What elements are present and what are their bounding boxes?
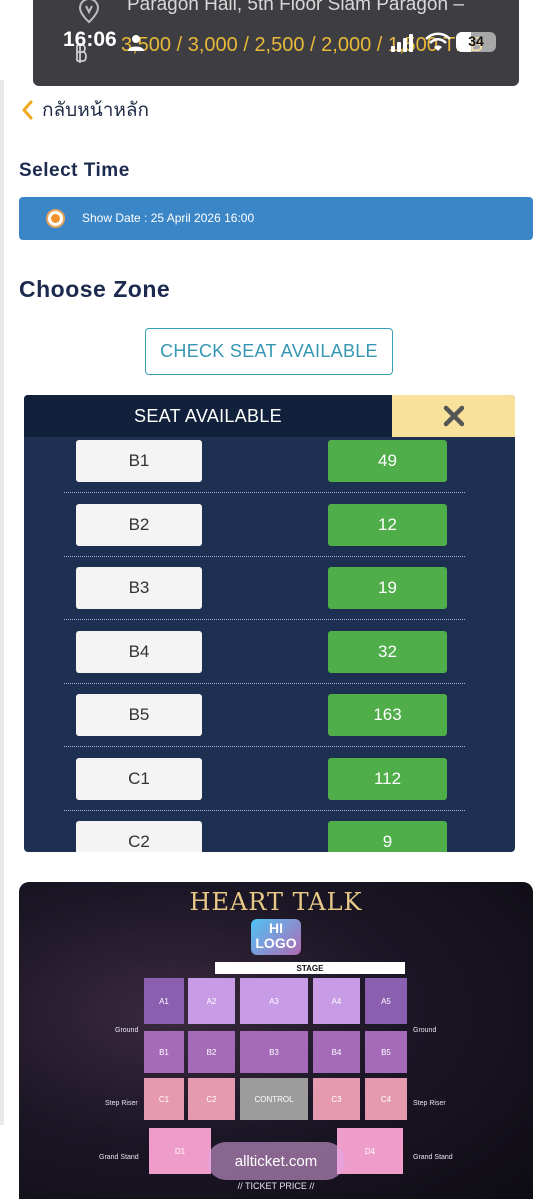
show-date-option[interactable]: Show Date : 25 April 2026 16:00: [19, 197, 533, 240]
zone-a4: A4: [313, 978, 360, 1024]
ground-label-right: Ground: [413, 1027, 437, 1034]
stage-label: STAGE: [215, 962, 405, 974]
zone-label: B3: [76, 567, 202, 609]
zone-b1: B1: [144, 1031, 184, 1073]
back-to-home-link[interactable]: กลับหน้าหลัก: [20, 97, 149, 123]
seat-row: B4 32: [24, 628, 515, 692]
seat-count: 32: [328, 630, 447, 673]
zone-c4: C4: [365, 1078, 407, 1120]
grand-stand-label-right: Grand Stand: [413, 1154, 453, 1161]
show-date-label: Show Date : 25 April 2026 16:00: [82, 211, 255, 225]
seat-row: B1 49: [24, 437, 515, 501]
row-divider: [64, 746, 465, 747]
left-edge-bar: [0, 80, 4, 1125]
seat-row: C1 112: [24, 755, 515, 819]
close-button[interactable]: [392, 395, 515, 437]
zone-a1: A1: [144, 978, 184, 1024]
grand-stand-label-left: Grand Stand: [99, 1154, 139, 1161]
row-divider: [64, 555, 465, 557]
row-divider: [64, 809, 465, 811]
zone-b2: B2: [188, 1031, 235, 1073]
seat-row: B2 12: [24, 501, 515, 565]
zone-a2: A2: [188, 978, 235, 1024]
seat-count: 19: [328, 567, 447, 609]
battery-icon: 34: [456, 32, 496, 52]
select-time-title: Select Time: [19, 160, 130, 181]
zone-d4: D4: [337, 1128, 403, 1174]
zone-b3: B3: [240, 1031, 308, 1073]
zone-b4: B4: [313, 1031, 360, 1073]
show-logo: HI LOGO: [251, 919, 301, 955]
close-icon: [443, 405, 464, 427]
check-seat-available-button[interactable]: CHECK SEAT AVAILABLE: [145, 328, 393, 375]
row-divider: [64, 619, 465, 620]
chevron-left-icon: [22, 100, 33, 120]
person-icon: [128, 35, 144, 51]
seat-count: 49: [328, 440, 447, 482]
event-venue: Paragon Hall, 5th Floor Siam Paragon –: [127, 0, 464, 15]
zone-label: B1: [76, 440, 202, 482]
row-divider: [64, 492, 465, 493]
cellular-signal-icon: [391, 34, 413, 52]
status-bar: 16:06 34: [0, 26, 552, 60]
row-divider: [64, 682, 465, 684]
zone-label: B2: [76, 503, 202, 546]
allticket-watermark: allticket.com: [207, 1142, 345, 1180]
seat-count: 163: [328, 694, 447, 736]
wifi-icon: [425, 32, 451, 51]
status-time: 16:06: [63, 28, 117, 51]
control-area: CONTROL: [240, 1078, 308, 1120]
battery-level: 34: [468, 33, 484, 49]
ground-label-left: Ground: [115, 1027, 139, 1034]
zone-c2: C2: [188, 1078, 235, 1120]
location-pin-icon: [78, 0, 100, 24]
seat-row: B5 163: [24, 691, 515, 755]
zone-label: B4: [76, 630, 202, 673]
seat-row: C2 9: [24, 818, 515, 852]
zone-label: C2: [76, 821, 202, 852]
back-label: กลับหน้าหลัก: [42, 100, 150, 121]
zone-label: C1: [76, 757, 202, 800]
zone-a3: A3: [240, 978, 308, 1024]
seat-map-image: HEART TALK HI LOGO STAGE A1 A2 A3 A4 A5 B…: [19, 882, 533, 1199]
radio-selected-icon[interactable]: [46, 209, 65, 228]
seat-count: 9: [328, 821, 447, 852]
zone-a5: A5: [365, 978, 407, 1024]
seat-list[interactable]: B1 49 B2 12 B3 19 B4 32 B5 163 C1 112 C2…: [24, 437, 515, 852]
seat-available-title: SEAT AVAILABLE: [24, 395, 392, 437]
seat-count: 112: [328, 757, 447, 800]
seat-row: B3 19: [24, 564, 515, 628]
zone-c1: C1: [144, 1078, 184, 1120]
zone-b5: B5: [365, 1031, 407, 1073]
ticket-price-label: // TICKET PRICE //: [237, 1181, 315, 1191]
zone-label: B5: [76, 694, 202, 736]
zone-d1: D1: [149, 1128, 211, 1174]
seat-count: 12: [328, 503, 447, 546]
step-riser-label-left: Step Riser: [105, 1100, 138, 1107]
step-riser-label-right: Step Riser: [413, 1100, 446, 1107]
event-title-logo: HEART TALK: [189, 888, 363, 916]
seat-available-panel: SEAT AVAILABLE B1 49 B2 12 B3 19 B4 32 B…: [24, 395, 515, 852]
zone-c3: C3: [313, 1078, 360, 1120]
choose-zone-title: Choose Zone: [19, 276, 171, 302]
